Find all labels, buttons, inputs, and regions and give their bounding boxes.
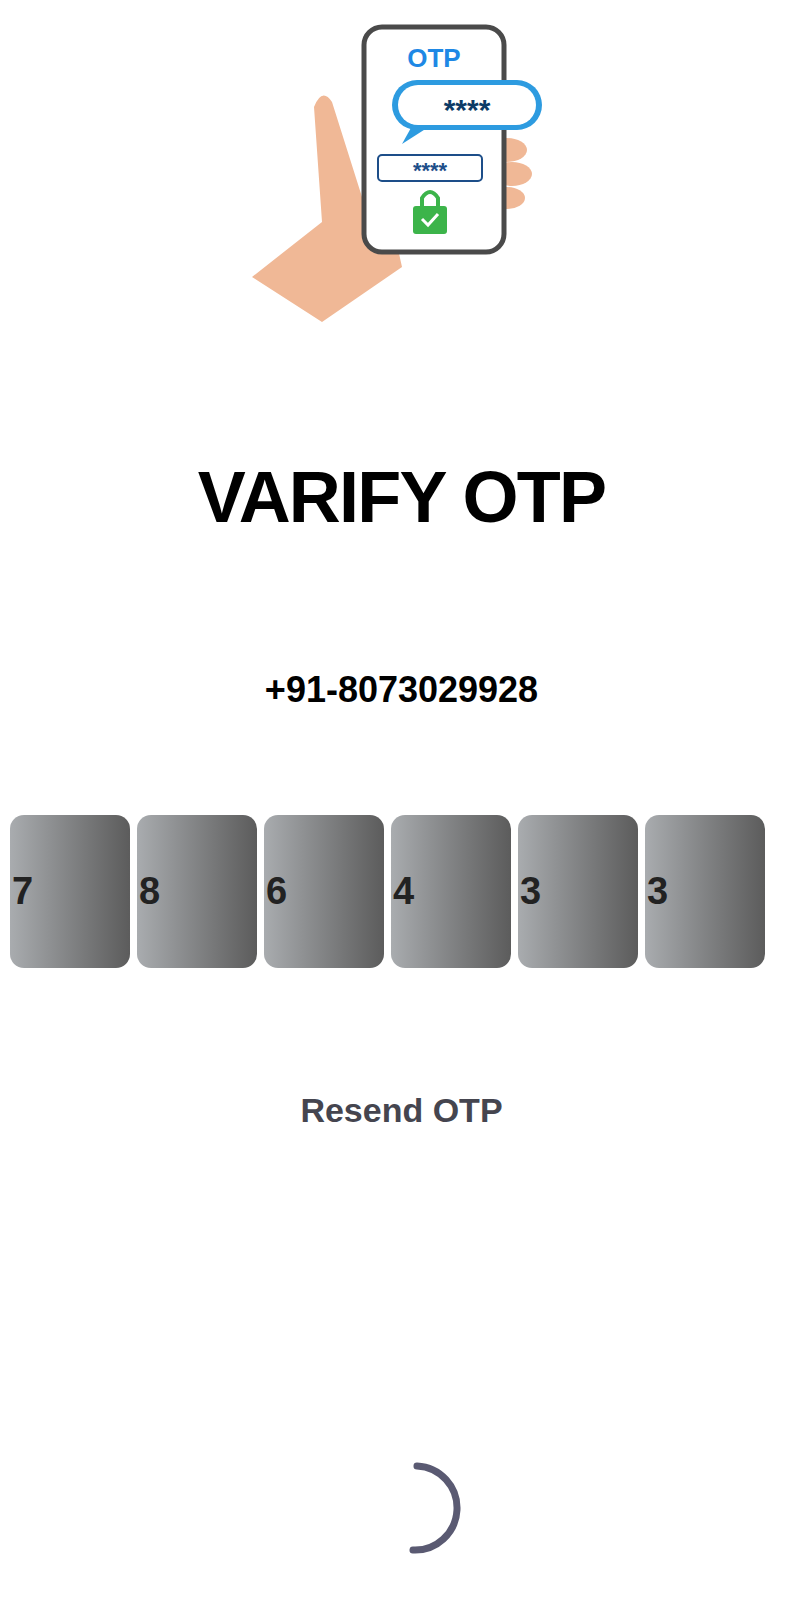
otp-digit-box[interactable]: 4 [391,815,511,968]
svg-text:****: **** [412,158,447,183]
otp-inputs: 786433 [0,815,803,968]
loading-spinner-icon [377,1460,467,1555]
otp-digit-box[interactable]: 3 [645,815,765,968]
illustration: OTP **** **** [0,0,803,340]
otp-digit-box[interactable]: 8 [137,815,257,968]
otp-digit-box[interactable]: 3 [518,815,638,968]
otp-screen: OTP **** **** VARIFY OTP +91-8073029928 78643… [0,0,803,1600]
phone-number: +91-8073029928 [265,668,538,712]
resend-otp-button[interactable]: Resend OTP [300,1089,502,1131]
svg-text:OTP: OTP [407,43,460,73]
title: VARIFY OTP [198,457,605,537]
otp-phone-illustration-icon: OTP **** **** [252,22,552,332]
svg-text:****: **** [443,93,490,126]
otp-digit-box[interactable]: 7 [10,815,130,968]
otp-digit-box[interactable]: 6 [264,815,384,968]
